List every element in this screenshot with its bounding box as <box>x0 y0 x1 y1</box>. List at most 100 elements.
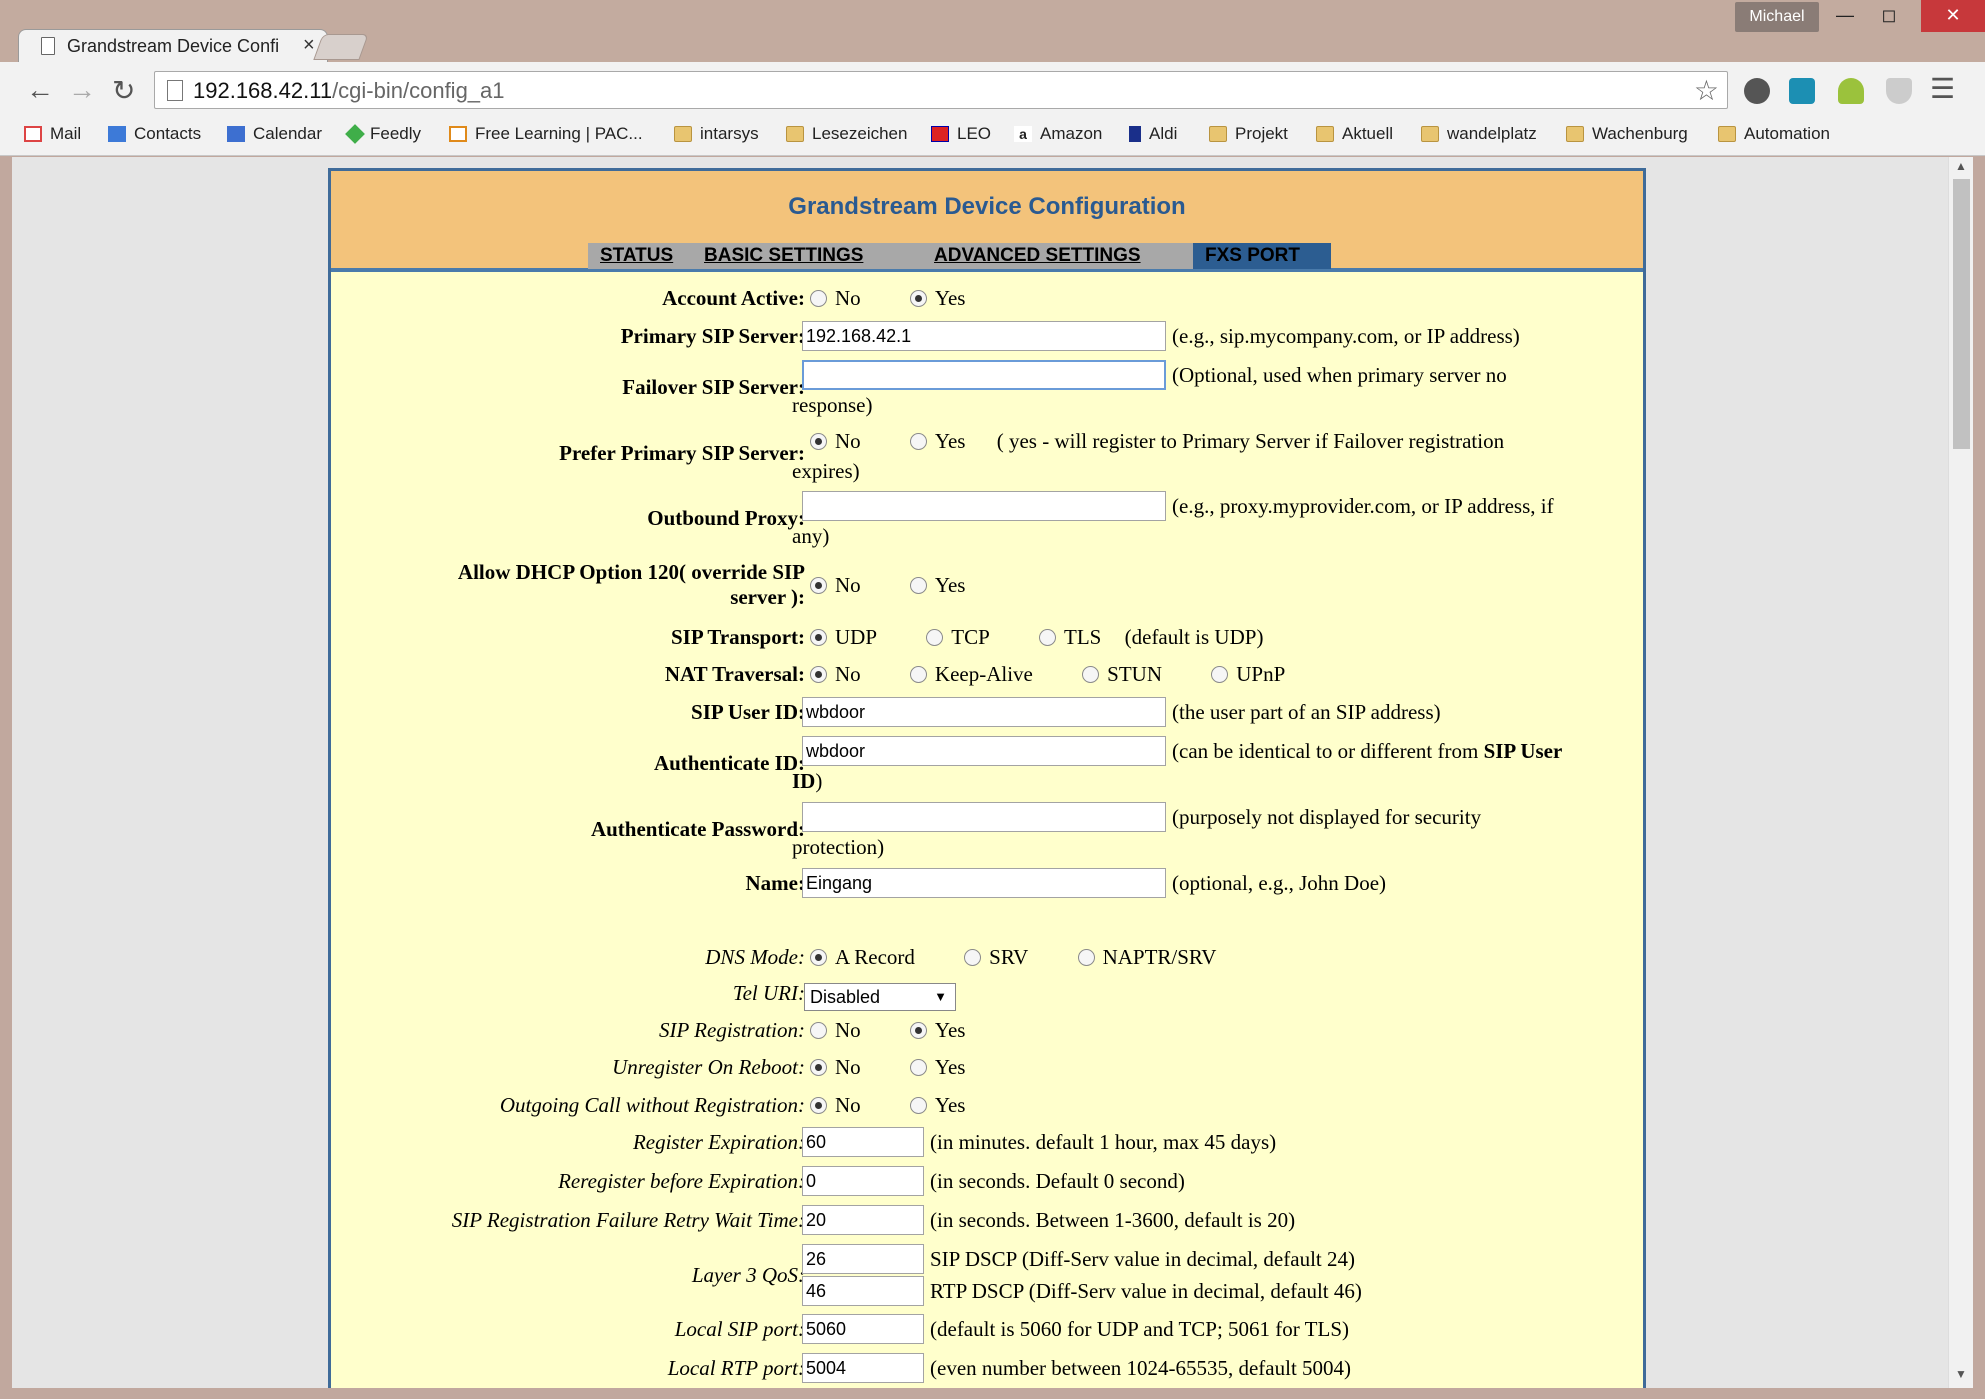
profile-button[interactable]: Michael <box>1735 2 1819 32</box>
page-info-icon[interactable] <box>167 80 183 101</box>
dns-a-record-radio[interactable] <box>810 949 827 966</box>
sip-registration-yes-radio[interactable] <box>909 1022 927 1039</box>
nat-keepalive-radio[interactable] <box>909 666 927 683</box>
name-input[interactable]: Eingang <box>802 868 1166 898</box>
bookmark-item[interactable]: Free Learning | PAC... <box>449 124 643 144</box>
bookmark-item[interactable]: a Amazon <box>1014 124 1102 144</box>
prefer-primary-yes-radio[interactable] <box>909 433 927 450</box>
dhcp120-no-radio[interactable] <box>810 577 827 594</box>
page-icon <box>41 37 55 55</box>
minimize-icon[interactable]: — <box>1823 0 1867 32</box>
transport-udp-radio[interactable] <box>810 629 827 646</box>
primary-sip-input[interactable]: 192.168.42.1 <box>802 321 1166 351</box>
outbound-proxy-label: Outbound Proxy: <box>647 506 805 530</box>
bookmark-item[interactable]: Aldi <box>1129 124 1177 144</box>
rtp-dscp-input[interactable]: 46 <box>802 1276 924 1306</box>
reload-icon[interactable]: ↻ <box>112 74 135 107</box>
local-rtp-port-label: Local RTP port: <box>667 1356 805 1380</box>
primary-sip-label: Primary SIP Server: <box>620 324 805 348</box>
outbound-proxy-hint: (e.g., proxy.myprovider.com, or IP addre… <box>1172 494 1554 518</box>
auth-id-input[interactable]: wbdoor <box>802 736 1166 766</box>
nat-stun-radio[interactable] <box>1082 666 1100 683</box>
retry-wait-label: SIP Registration Failure Retry Wait Time… <box>451 1208 805 1232</box>
evernote-icon[interactable] <box>1744 78 1770 104</box>
transport-tls-radio[interactable] <box>1039 629 1057 646</box>
bookmark-item[interactable]: Calendar <box>227 124 322 144</box>
bookmark-item[interactable]: Mail <box>24 124 81 144</box>
nat-upnp-radio[interactable] <box>1211 666 1229 683</box>
retry-wait-input[interactable]: 20 <box>802 1205 924 1235</box>
tel-uri-select[interactable]: Disabled ▼ <box>804 983 956 1011</box>
forward-icon[interactable]: → <box>68 74 96 106</box>
tab-fxs-port[interactable]: FXS PORT <box>1193 243 1331 269</box>
extension-c-icon[interactable] <box>1789 78 1815 104</box>
folder-icon <box>1566 126 1584 142</box>
prefer-primary-no-radio[interactable] <box>810 433 827 450</box>
transport-tcp-radio[interactable] <box>926 629 944 646</box>
tab-basic-settings[interactable]: BASIC SETTINGS <box>692 243 922 269</box>
sip-user-id-input[interactable]: wbdoor <box>802 697 1166 727</box>
bookmarks-bar: Mail Contacts Calendar Feedly Free Learn… <box>0 118 1985 156</box>
unregister-reboot-yes-radio[interactable] <box>909 1059 927 1076</box>
maximize-icon[interactable]: ◻ <box>1867 0 1911 32</box>
browser-chrome: Grandstream Device Confi × Michael — ◻ ✕… <box>0 0 1985 156</box>
calendar-icon <box>227 126 245 142</box>
failover-sip-input[interactable] <box>802 360 1166 390</box>
bookmark-item[interactable]: Feedly <box>345 124 421 144</box>
bookmark-item[interactable]: LEO <box>931 124 991 144</box>
bookmark-star-icon[interactable]: ☆ <box>1694 74 1719 107</box>
unregister-reboot-no-radio[interactable] <box>810 1059 827 1076</box>
outgoing-no-reg-yes-radio[interactable] <box>909 1097 927 1114</box>
tab-close-icon[interactable]: × <box>303 34 315 57</box>
bookmark-folder[interactable]: Wachenburg <box>1566 124 1688 144</box>
layer3-qos-label: Layer 3 QoS: <box>691 1263 805 1287</box>
prefer-primary-label: Prefer Primary SIP Server: <box>559 441 805 465</box>
bookmark-folder[interactable]: intarsys <box>674 124 759 144</box>
dns-srv-radio[interactable] <box>964 949 982 966</box>
sip-registration-no-radio[interactable] <box>810 1022 827 1039</box>
scroll-down-icon[interactable]: ▼ <box>1955 1367 1967 1381</box>
scrollbar-thumb[interactable] <box>1953 179 1970 449</box>
tab-title: Grandstream Device Confi <box>67 36 280 56</box>
register-expiration-input[interactable]: 60 <box>802 1127 924 1157</box>
vertical-scrollbar[interactable]: ▲ ▼ <box>1948 157 1973 1388</box>
bookmark-folder[interactable]: Lesezeichen <box>786 124 907 144</box>
local-rtp-port-hint: (even number between 1024-65535, default… <box>930 1356 1352 1380</box>
auth-password-input[interactable] <box>802 802 1166 832</box>
bookmark-folder[interactable]: Projekt <box>1209 124 1288 144</box>
tab-advanced-settings[interactable]: ADVANCED SETTINGS <box>922 243 1193 269</box>
sip-user-id-label: SIP User ID: <box>691 700 805 724</box>
folder-icon <box>786 126 804 142</box>
page-viewport: Grandstream Device Configuration STATUS … <box>12 157 1958 1388</box>
new-tab-button[interactable] <box>313 34 369 60</box>
account-active-no-radio[interactable] <box>810 290 827 307</box>
sip-registration-label: SIP Registration: <box>658 1018 805 1042</box>
gmail-icon <box>24 126 42 142</box>
dns-naptr-radio[interactable] <box>1077 949 1095 966</box>
outgoing-no-reg-no-radio[interactable] <box>810 1097 827 1114</box>
browser-tab[interactable]: Grandstream Device Confi × <box>18 29 328 62</box>
bookmark-item[interactable]: Contacts <box>108 124 201 144</box>
account-active-yes-radio[interactable] <box>909 290 927 307</box>
bookmark-folder[interactable]: Aktuell <box>1316 124 1393 144</box>
scroll-up-icon[interactable]: ▲ <box>1955 159 1967 173</box>
shield-icon[interactable] <box>1886 78 1912 104</box>
nat-no-radio[interactable] <box>810 666 827 683</box>
address-bar[interactable]: 192.168.42.11/cgi-bin/config_a1 ☆ <box>154 71 1728 109</box>
outbound-proxy-input[interactable] <box>802 491 1166 521</box>
sip-dscp-input[interactable]: 26 <box>802 1244 924 1274</box>
dhcp120-yes-radio[interactable] <box>909 577 927 594</box>
tab-status[interactable]: STATUS <box>588 243 692 269</box>
local-rtp-port-input[interactable]: 5004 <box>802 1353 924 1383</box>
amazon-icon: a <box>1014 126 1032 142</box>
close-window-icon[interactable]: ✕ <box>1921 0 1985 32</box>
local-sip-port-input[interactable]: 5060 <box>802 1314 924 1344</box>
android-icon[interactable] <box>1838 78 1864 104</box>
reregister-input[interactable]: 0 <box>802 1166 924 1196</box>
back-icon[interactable]: ← <box>26 74 54 106</box>
register-expiration-hint: (in minutes. default 1 hour, max 45 days… <box>930 1130 1277 1154</box>
bookmark-folder[interactable]: wandelplatz <box>1421 124 1537 144</box>
bookmark-folder[interactable]: Automation <box>1718 124 1830 144</box>
auth-password-hint: (purposely not displayed for security <box>1172 805 1482 829</box>
menu-icon[interactable]: ☰ <box>1930 72 1955 105</box>
